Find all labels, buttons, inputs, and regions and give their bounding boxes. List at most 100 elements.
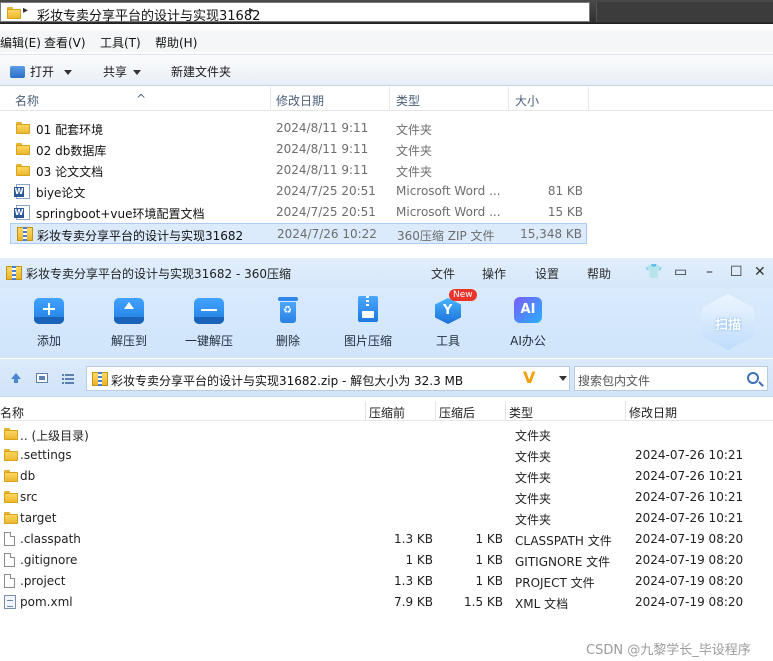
- search-placeholder: 搜索包内文件: [578, 374, 651, 388]
- menu-help[interactable]: 帮助(H): [155, 34, 197, 51]
- thumbnail-view-icon[interactable]: [36, 372, 48, 384]
- archive-entry-row[interactable]: .settings 文件夹 2024-07-26 10:21: [0, 445, 773, 466]
- share-button-label: 共享: [103, 65, 128, 79]
- menu-edit[interactable]: 编辑(E): [0, 34, 41, 51]
- file-explorer-window: ▸ 彩妆专卖分享平台的设计与实现31682 ▸ 编辑(E) 查看(V) 工具(T…: [0, 0, 773, 257]
- column-name[interactable]: 名称: [0, 404, 24, 421]
- breadcrumb-current-folder[interactable]: 彩妆专卖分享平台的设计与实现31682: [37, 5, 260, 24]
- file-row[interactable]: biye论文 2024/7/25 20:51 Microsoft Word ... 8…: [10, 181, 587, 202]
- command-bar: 打开 共享 新建文件夹: [0, 54, 773, 86]
- extract-to-button-label: 解压到: [110, 334, 147, 348]
- menu-view[interactable]: 查看(V): [44, 34, 86, 51]
- image-compress-button[interactable]: 图片压缩: [336, 296, 400, 349]
- archive-entry-row[interactable]: .. (上级目录) 文件夹: [0, 424, 773, 445]
- file-size: 15,348 KB: [520, 227, 582, 241]
- entry-date-modified: 2024-07-19 08:20: [635, 595, 744, 609]
- column-date-modified[interactable]: 修改日期: [629, 404, 677, 421]
- list-view-icon[interactable]: [62, 372, 74, 384]
- column-size[interactable]: 大小: [515, 92, 539, 109]
- entry-date-modified: 2024-07-19 08:20: [635, 553, 744, 567]
- extract-to-button[interactable]: 解压到: [97, 296, 161, 349]
- column-date-modified[interactable]: 修改日期: [276, 92, 324, 109]
- xml-file-icon: [4, 595, 16, 612]
- minimize-icon[interactable]: –: [706, 264, 713, 280]
- address-bar[interactable]: ▸ 彩妆专卖分享平台的设计与实现31682 ▸: [0, 2, 590, 24]
- new-folder-button-label: 新建文件夹: [171, 65, 232, 79]
- archive-entry-row[interactable]: .project 1.3 KB 1 KB PROJECT 文件 2024-07-19 0…: [0, 571, 773, 592]
- menu-bar: 编辑(E) 查看(V) 工具(T) 帮助(H): [0, 30, 773, 52]
- folder-icon: [4, 427, 18, 444]
- entry-type: CLASSPATH 文件: [515, 534, 612, 548]
- feedback-icon[interactable]: ▭: [674, 264, 687, 280]
- scan-button[interactable]: 扫描: [702, 294, 754, 350]
- search-icon[interactable]: [747, 372, 759, 384]
- share-button[interactable]: 共享: [103, 63, 142, 80]
- archive-entry-row[interactable]: pom.xml 7.9 KB 1.5 KB XML 文档 2024-07-19 08:2…: [0, 592, 773, 613]
- column-compressed-size[interactable]: 压缩后: [439, 404, 475, 421]
- file-date-modified: 2024/8/11 9:11: [276, 121, 369, 135]
- one-click-extract-button[interactable]: 一键解压: [177, 296, 241, 349]
- file-row[interactable]: 彩妆专卖分享平台的设计与实现31682 2024/7/26 10:22 360压缩 …: [10, 223, 587, 244]
- menu-file[interactable]: 文件: [431, 265, 455, 282]
- file-row[interactable]: 02 db数据库 2024/8/11 9:11 文件夹: [10, 139, 587, 160]
- folder-icon: [4, 469, 18, 486]
- entry-name: target: [20, 511, 57, 525]
- delete-button-label: 删除: [275, 334, 300, 348]
- extract-to-icon: [112, 296, 146, 326]
- open-button[interactable]: 打开: [10, 63, 73, 80]
- entry-name: src: [20, 490, 38, 504]
- chevron-down-icon[interactable]: [559, 376, 567, 381]
- up-level-icon[interactable]: [10, 372, 22, 384]
- file-row[interactable]: springboot+vue环境配置文档 2024/7/25 20:51 Micro…: [10, 202, 587, 223]
- column-type[interactable]: 类型: [396, 92, 420, 109]
- entry-date-modified: 2024-07-19 08:20: [635, 532, 744, 546]
- zip-archive-icon: [92, 372, 108, 386]
- entry-type: XML 文档: [515, 597, 569, 611]
- image-compress-icon: [351, 296, 385, 326]
- menu-settings[interactable]: 设置: [535, 265, 559, 282]
- file-name: 彩妆专卖分享平台的设计与实现31682: [37, 229, 244, 243]
- archive-entry-row[interactable]: .gitignore 1 KB 1 KB GITIGNORE 文件 2024-07-19…: [0, 550, 773, 571]
- entry-type: GITIGNORE 文件: [515, 555, 611, 569]
- breadcrumb-chevron-icon[interactable]: ▸: [23, 5, 28, 16]
- delete-button[interactable]: 删除: [256, 296, 320, 349]
- archive-entry-row[interactable]: src 文件夹 2024-07-26 10:21: [0, 487, 773, 508]
- column-name[interactable]: 名称: [15, 92, 39, 109]
- entry-name: .project: [20, 574, 66, 588]
- maximize-icon[interactable]: ☐: [730, 264, 743, 280]
- word-doc-icon: [14, 184, 30, 202]
- folder-icon: [16, 142, 30, 159]
- archive-nav-bar: 彩妆专卖分享平台的设计与实现31682.zip - 解包大小为 32.3 MB …: [0, 359, 773, 397]
- title-bar: 彩妆专卖分享平台的设计与实现31682 - 360压缩 文件 操作 设置 帮助 …: [0, 258, 773, 288]
- menu-tools[interactable]: 工具(T): [100, 34, 141, 51]
- file-type: Microsoft Word ...: [396, 205, 501, 219]
- new-folder-button[interactable]: 新建文件夹: [171, 63, 231, 80]
- entry-name: pom.xml: [20, 595, 73, 609]
- close-icon[interactable]: ✕: [754, 264, 766, 280]
- tools-button[interactable]: New 工具: [416, 289, 480, 349]
- ai-office-button[interactable]: AI AI办公: [496, 296, 560, 349]
- ai-office-button-label: AI办公: [510, 334, 546, 348]
- entry-uncompressed-size: 1.3 KB: [394, 532, 433, 546]
- archive-search-input[interactable]: 搜索包内文件: [574, 366, 768, 391]
- entry-name: .settings: [20, 448, 72, 462]
- column-uncompressed-size[interactable]: 压缩前: [369, 404, 405, 421]
- add-button[interactable]: 添加: [17, 296, 81, 349]
- breadcrumb-chevron-icon[interactable]: ▸: [249, 5, 254, 16]
- entry-name: db: [20, 469, 36, 483]
- file-name: 02 db数据库: [36, 144, 107, 158]
- sort-ascending-icon: ^: [136, 92, 147, 106]
- file-row[interactable]: 01 配套环境 2024/8/11 9:11 文件夹: [10, 118, 587, 139]
- folder-icon: [7, 6, 21, 19]
- skin-icon[interactable]: 👕: [645, 264, 662, 280]
- archive-path-field[interactable]: 彩妆专卖分享平台的设计与实现31682.zip - 解包大小为 32.3 MB …: [86, 366, 570, 391]
- menu-operation[interactable]: 操作: [482, 265, 506, 282]
- archive-path-text: 彩妆专卖分享平台的设计与实现31682.zip - 解包大小为 32.3 MB: [111, 374, 464, 388]
- column-type[interactable]: 类型: [509, 404, 533, 421]
- archive-entry-row[interactable]: db 文件夹 2024-07-26 10:21: [0, 466, 773, 487]
- menu-help[interactable]: 帮助: [587, 265, 611, 282]
- file-row[interactable]: 03 论文文档 2024/8/11 9:11 文件夹: [10, 160, 587, 181]
- archive-entry-row[interactable]: .classpath 1.3 KB 1 KB CLASSPATH 文件 2024-07-…: [0, 529, 773, 550]
- v-logo-icon[interactable]: V: [523, 368, 535, 387]
- archive-entry-row[interactable]: target 文件夹 2024-07-26 10:21: [0, 508, 773, 529]
